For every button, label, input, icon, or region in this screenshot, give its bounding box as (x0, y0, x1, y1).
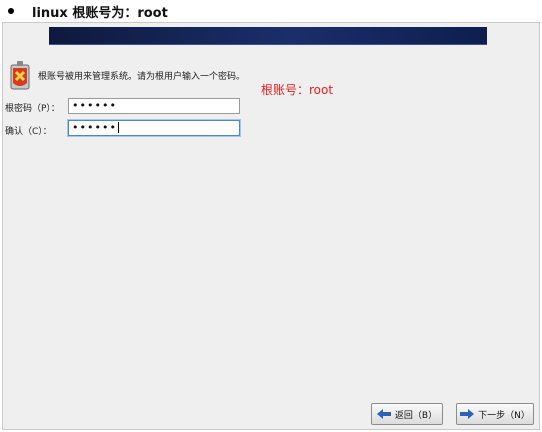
installer-window: 根账号被用来管理系统。请为根用户输入一个密码。 根账号：root 根密码（P）：… (2, 22, 540, 430)
back-button-label: 返回（B） (394, 410, 438, 421)
root-password-description: 根账号被用来管理系统。请为根用户输入一个密码。 (38, 72, 246, 82)
next-button[interactable]: 下一步（N） (456, 403, 534, 425)
text-caret (117, 122, 119, 133)
arrow-left-icon (376, 409, 391, 419)
back-button[interactable]: 返回（B） (371, 403, 443, 425)
arrow-right-icon (460, 409, 475, 419)
root-password-label: 根密码（P）： (5, 104, 60, 114)
installer-banner (49, 27, 487, 45)
next-button-label: 下一步（N） (478, 410, 530, 421)
shield-x-icon (10, 61, 30, 90)
document-heading: linux 根账号为：root (0, 0, 542, 22)
confirm-password-input[interactable]: •••••• (68, 120, 240, 136)
root-account-annotation: 根账号：root (261, 83, 334, 97)
root-password-input[interactable]: •••••• (68, 98, 240, 114)
confirm-password-value: •••••• (72, 121, 117, 134)
heading-text: linux 根账号为：root (32, 5, 168, 21)
confirm-password-label: 确认（C）： (5, 127, 52, 137)
root-password-value: •••••• (72, 99, 117, 112)
bullet-icon (8, 8, 14, 14)
